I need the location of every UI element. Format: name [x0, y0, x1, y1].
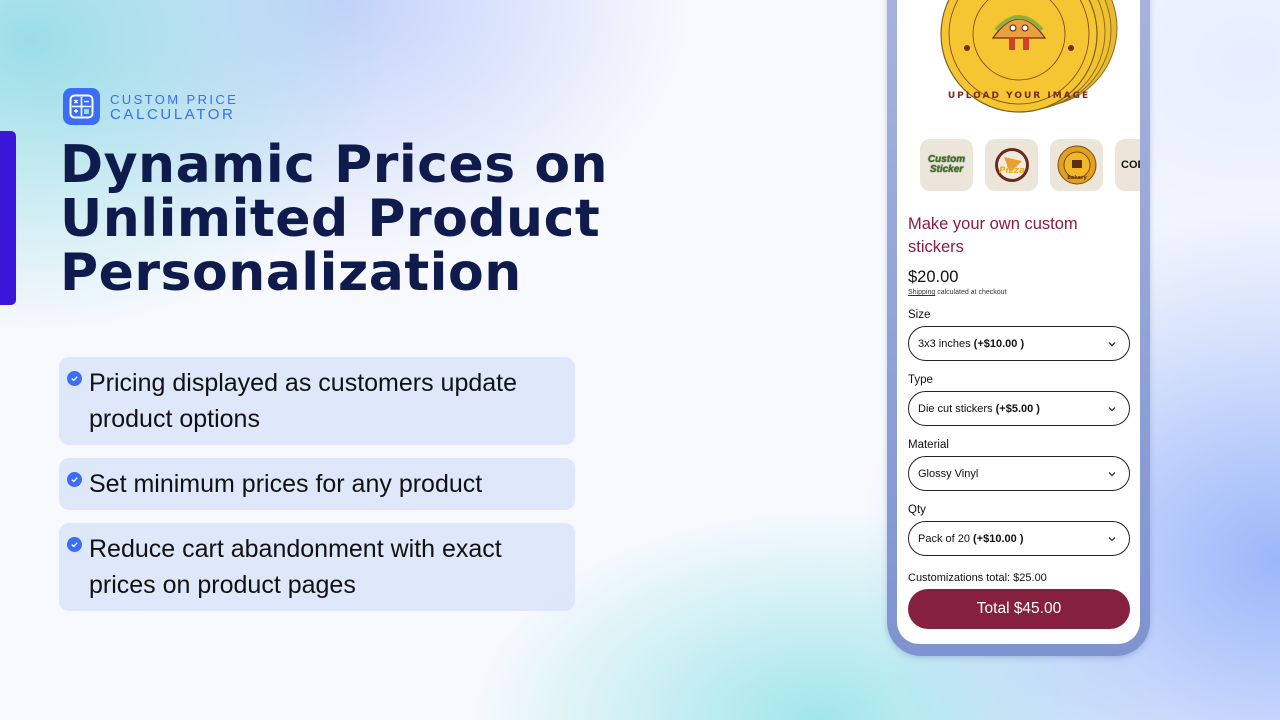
- headline-line: Dynamic Prices on: [60, 135, 609, 195]
- customizations-total: Customizations total: $25.00: [908, 572, 1047, 584]
- check-circle-icon: [67, 537, 82, 552]
- chevron-down-icon: [1108, 471, 1116, 476]
- headline-line: Unlimited Product: [60, 189, 601, 249]
- hero-sticker-bottom-text: UPLOAD YOUR IMAGE: [948, 91, 1090, 101]
- phone-mockup: UPLOAD YOUR IMAGE Custom Sticker Pizza B…: [887, 0, 1150, 656]
- thumbnail-label: Pizza: [998, 166, 1024, 176]
- option-label-qty: Qty: [908, 504, 926, 516]
- product-price: $20.00: [908, 268, 959, 286]
- brand-name-line2: CALCULATOR: [110, 105, 236, 123]
- feature-text: Set minimum prices for any product: [89, 470, 483, 498]
- brand: CUSTOM PRICE CALCULATOR: [63, 88, 238, 125]
- side-accent-bar: [0, 131, 16, 305]
- thumbnail[interactable]: COF: [1115, 139, 1140, 191]
- headline-line: Personalization: [60, 243, 522, 303]
- page-headline: Dynamic Prices on Unlimited Product Pers…: [60, 138, 620, 300]
- option-label-material: Material: [908, 439, 949, 451]
- feature-item: Pricing displayed as customers update pr…: [59, 357, 575, 445]
- check-circle-icon: [67, 472, 82, 487]
- thumbnail-strip: Custom Sticker Pizza Bakery COF: [920, 139, 1140, 191]
- thumbnail[interactable]: Bakery: [1050, 139, 1103, 191]
- product-hero-image[interactable]: UPLOAD YOUR IMAGE: [921, 0, 1121, 130]
- product-page-screen: UPLOAD YOUR IMAGE Custom Sticker Pizza B…: [897, 0, 1140, 644]
- product-details: Make your own custom stickers $20.00 Shi…: [908, 213, 1130, 629]
- size-select[interactable]: 3x3 inches (+$10.00 ): [908, 326, 1130, 361]
- thumbnail[interactable]: Custom Sticker: [920, 139, 973, 191]
- feature-item: Reduce cart abandonment with exact price…: [59, 523, 575, 611]
- feature-text: Reduce cart abandonment with exact price…: [89, 535, 502, 599]
- calculator-icon: [63, 88, 100, 125]
- brand-name-line1: CUSTOM PRICE: [110, 91, 239, 107]
- thumbnail-label: Bakery: [1067, 175, 1087, 181]
- feature-text: Pricing displayed as customers update pr…: [89, 369, 518, 433]
- shipping-note: Shipping calculated at checkout: [908, 289, 1007, 296]
- feature-item: Set minimum prices for any product: [59, 458, 575, 510]
- shipping-link[interactable]: Shipping: [908, 289, 935, 296]
- material-select[interactable]: Glossy Vinyl: [908, 456, 1130, 491]
- check-circle-icon: [67, 371, 82, 386]
- chevron-down-icon: [1108, 406, 1116, 411]
- chevron-down-icon: [1108, 341, 1116, 346]
- total-button[interactable]: Total $45.00: [908, 589, 1130, 629]
- type-select[interactable]: Die cut stickers (+$5.00 ): [908, 391, 1130, 426]
- thumbnail[interactable]: Pizza: [985, 139, 1038, 191]
- qty-select[interactable]: Pack of 20 (+$10.00 ): [908, 521, 1130, 556]
- option-label-size: Size: [908, 309, 931, 321]
- feature-list: Pricing displayed as customers update pr…: [59, 357, 575, 624]
- product-title: Make your own custom stickers: [908, 215, 1078, 256]
- chevron-down-icon: [1108, 536, 1116, 541]
- option-label-type: Type: [908, 374, 933, 386]
